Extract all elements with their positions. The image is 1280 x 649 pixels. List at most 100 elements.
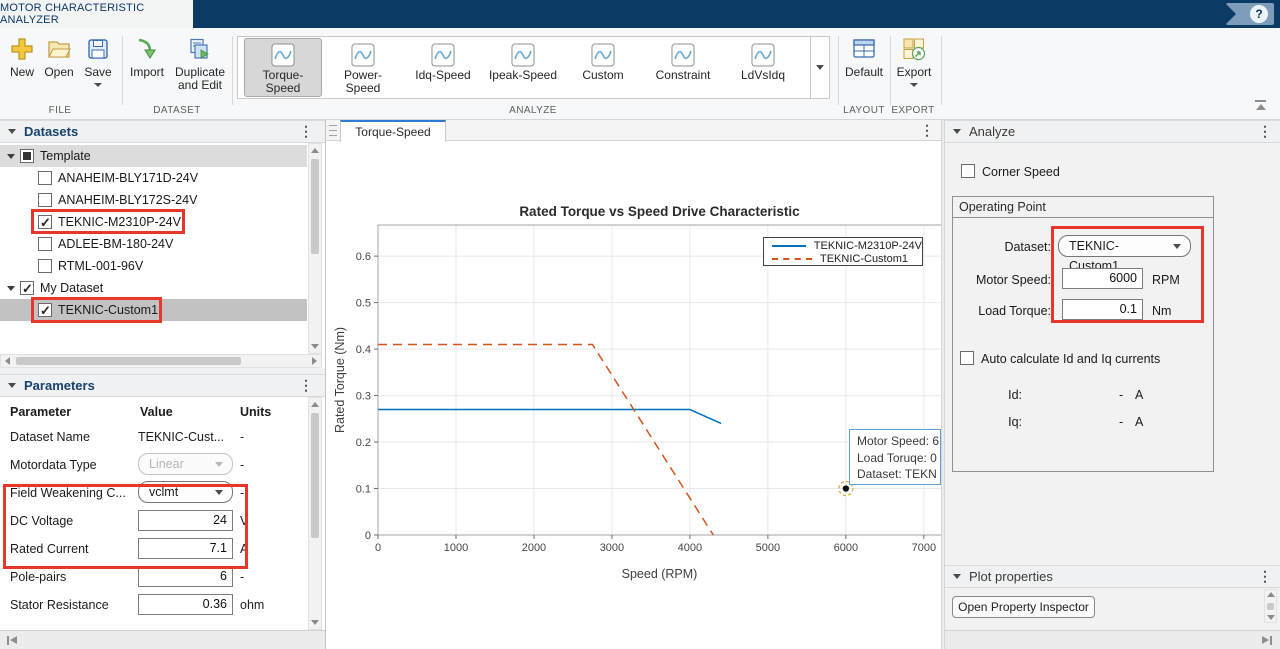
dataset-dropdown[interactable]: TEKNIC-Custom1 xyxy=(1058,235,1191,257)
svg-text:0: 0 xyxy=(375,542,381,554)
scroll-up-icon[interactable] xyxy=(309,144,321,157)
save-button[interactable]: Save xyxy=(82,37,114,87)
gallery-item-label: Power- Speed xyxy=(344,69,382,95)
gallery-item-ldvsidq[interactable]: LdVsIdq xyxy=(724,38,802,97)
collapse-left-panel-icon[interactable] xyxy=(7,636,19,645)
tree-item-teknic-custom1[interactable]: TEKNIC-Custom1 xyxy=(0,299,307,321)
gallery-item-power--speed[interactable]: Power- Speed xyxy=(324,38,402,97)
auto-calculate-checkbox[interactable] xyxy=(960,351,974,365)
scroll-up-icon[interactable] xyxy=(309,398,321,411)
parameter-input-stator-resistance[interactable]: 0.36 xyxy=(138,594,233,615)
datasets-vertical-scrollbar[interactable] xyxy=(308,143,322,354)
scroll-down-icon[interactable] xyxy=(309,616,321,629)
panel-menu-icon[interactable] xyxy=(299,123,313,140)
load-torque-input[interactable]: 0.1 xyxy=(1062,299,1143,320)
scroll-up-icon[interactable] xyxy=(1265,588,1276,601)
load-torque-unit: Nm xyxy=(1152,304,1171,318)
help-banner[interactable]: ? xyxy=(1226,3,1274,25)
collapse-panel-icon[interactable] xyxy=(953,129,961,134)
tree-item-template[interactable]: Template xyxy=(0,145,307,167)
parameter-label-stator-resistance: Stator Resistance xyxy=(10,595,109,615)
tree-item-anaheim-bly171d-24v[interactable]: ANAHEIM-BLY171D-24V xyxy=(0,167,307,189)
datatip-tooltip: Motor Speed: 6 Load Toruqe: 0 Dataset: T… xyxy=(849,429,941,485)
export-icon xyxy=(902,37,926,61)
collapse-panel-icon[interactable] xyxy=(8,129,16,134)
svg-text:4000: 4000 xyxy=(678,542,702,554)
scroll-down-icon[interactable] xyxy=(309,340,321,353)
parameter-dropdown-field-weakening-c-[interactable]: vclmt xyxy=(138,481,233,503)
tree-item-checkbox[interactable] xyxy=(20,149,34,163)
tree-item-checkbox[interactable] xyxy=(38,259,52,273)
torque-speed-chart[interactable]: 0100020003000400050006000700000.10.20.30… xyxy=(326,141,941,611)
sine-wave-plot-icon xyxy=(751,43,775,67)
gallery-item-idq-speed[interactable]: Idq-Speed xyxy=(404,38,482,97)
scrollbar-thumb[interactable] xyxy=(1267,603,1274,610)
datatip-line: Load Toruqe: 0 xyxy=(857,450,940,467)
legend-entry-teknic-custom1: TEKNIC-Custom1 xyxy=(764,252,922,265)
parameter-input-pole-pairs[interactable]: 6 xyxy=(138,566,233,587)
scrollbar-thumb[interactable] xyxy=(16,357,241,365)
tree-item-checkbox[interactable] xyxy=(38,237,52,251)
tree-item-anaheim-bly172s-24v[interactable]: ANAHEIM-BLY172S-24V xyxy=(0,189,307,211)
collapse-panel-icon[interactable] xyxy=(8,383,16,388)
gallery-item-constraint[interactable]: Constraint xyxy=(644,38,722,97)
parameter-input-dc-voltage[interactable]: 24 xyxy=(138,510,233,531)
new-button[interactable]: New xyxy=(8,37,36,79)
export-group-label: EXPORT xyxy=(873,105,953,116)
scroll-right-icon[interactable] xyxy=(308,355,321,367)
tab-torque-speed[interactable]: Torque-Speed xyxy=(340,120,446,142)
tree-item-rtml-001-96v[interactable]: RTML-001-96V xyxy=(0,255,307,277)
dataset-group-label: DATASET xyxy=(137,105,217,116)
tree-expander-icon[interactable] xyxy=(7,154,15,159)
sine-wave-plot-icon xyxy=(511,43,535,67)
scroll-left-icon[interactable] xyxy=(1,355,14,367)
svg-text:1000: 1000 xyxy=(444,542,468,554)
save-dropdown-caret-icon[interactable] xyxy=(94,83,102,87)
plot-properties-scrollbar[interactable] xyxy=(1264,589,1277,623)
help-icon[interactable]: ? xyxy=(1250,5,1268,23)
duplicate-and-edit-button[interactable]: Duplicate and Edit xyxy=(170,37,230,92)
panel-menu-icon[interactable] xyxy=(1258,568,1272,585)
tree-item-checkbox[interactable] xyxy=(38,215,52,229)
svg-text:2000: 2000 xyxy=(522,542,546,554)
open-property-inspector-button[interactable]: Open Property Inspector xyxy=(952,596,1095,618)
tree-item-my-dataset[interactable]: My Dataset xyxy=(0,277,307,299)
export-dropdown-caret-icon[interactable] xyxy=(910,83,918,87)
parameters-vertical-scrollbar[interactable] xyxy=(308,397,322,630)
svg-text:Rated Torque vs Speed Drive Ch: Rated Torque vs Speed Drive Characterist… xyxy=(519,204,800,219)
collapse-ribbon-icon[interactable] xyxy=(1254,100,1268,111)
gallery-item-torque--speed[interactable]: Torque- Speed xyxy=(244,38,322,97)
app-title-tab[interactable]: MOTOR CHARACTERISTIC ANALYZER xyxy=(0,0,193,28)
default-layout-button[interactable]: Default xyxy=(843,37,885,79)
tree-item-checkbox[interactable] xyxy=(20,281,34,295)
figure-canvas[interactable]: 0100020003000400050006000700000.10.20.30… xyxy=(326,141,941,649)
panel-menu-icon[interactable] xyxy=(299,377,313,394)
titlebar: MOTOR CHARACTERISTIC ANALYZER ? xyxy=(0,0,1280,28)
panel-menu-icon[interactable] xyxy=(1258,123,1272,140)
tree-item-adlee-bm-180-24v[interactable]: ADLEE-BM-180-24V xyxy=(0,233,307,255)
open-button[interactable]: Open xyxy=(42,37,76,79)
iq-label: Iq: xyxy=(927,415,1022,429)
collapse-right-panel-icon[interactable] xyxy=(1260,636,1272,645)
tree-item-checkbox[interactable] xyxy=(38,303,52,317)
auto-calculate-label: Auto calculate Id and Iq currents xyxy=(981,352,1160,366)
scrollbar-thumb[interactable] xyxy=(311,413,319,538)
gallery-item-custom[interactable]: Custom xyxy=(564,38,642,97)
tree-item-teknic-m2310p-24v[interactable]: TEKNIC-M2310P-24V xyxy=(0,211,307,233)
app-title: MOTOR CHARACTERISTIC ANALYZER xyxy=(0,2,193,26)
corner-speed-checkbox[interactable] xyxy=(961,164,975,178)
scrollbar-thumb[interactable] xyxy=(311,159,319,254)
gallery-dropdown-button[interactable] xyxy=(810,37,829,98)
datasets-horizontal-scrollbar[interactable] xyxy=(0,354,322,368)
parameter-input-rated-current[interactable]: 7.1 xyxy=(138,538,233,559)
tree-item-checkbox[interactable] xyxy=(38,193,52,207)
motor-speed-input[interactable]: 6000 xyxy=(1062,268,1143,289)
scroll-down-icon[interactable] xyxy=(1265,611,1276,624)
tree-expander-icon[interactable] xyxy=(7,286,15,291)
import-button[interactable]: Import xyxy=(128,37,166,79)
sine-wave-plot-icon xyxy=(671,43,695,67)
collapse-panel-icon[interactable] xyxy=(953,574,961,579)
export-button[interactable]: Export xyxy=(896,37,932,87)
gallery-item-ipeak-speed[interactable]: Ipeak-Speed xyxy=(484,38,562,97)
tree-item-checkbox[interactable] xyxy=(38,171,52,185)
